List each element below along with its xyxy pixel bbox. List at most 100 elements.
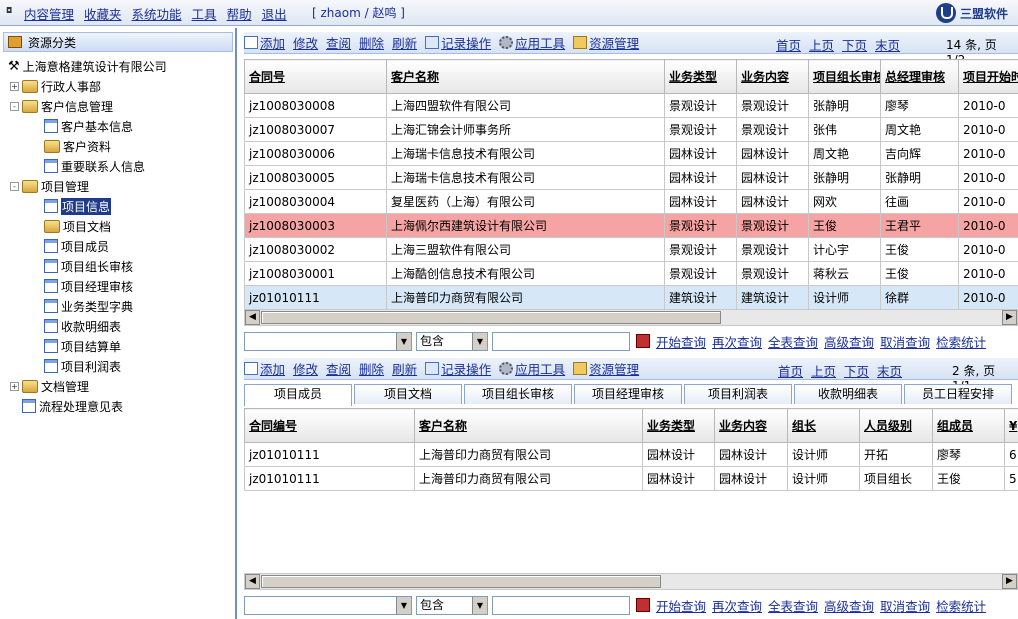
tree-node[interactable]: 项目经理审核 xyxy=(44,276,133,296)
tree-root[interactable]: ⚒ 上海意格建筑设计有限公司 xyxy=(8,56,167,76)
tab-6[interactable]: 员工日程安排 xyxy=(904,384,1012,404)
operator-select[interactable]: 包含 ▼ xyxy=(416,331,488,351)
first-page-link[interactable]: 首页 xyxy=(778,361,803,380)
tree-node[interactable]: + 行政人事部 xyxy=(10,76,101,96)
field-select[interactable]: ▼ xyxy=(244,331,412,351)
next-page-link[interactable]: 下页 xyxy=(844,361,869,380)
tab-2[interactable]: 项目组长审核 xyxy=(464,384,572,404)
tree-node[interactable]: - 客户信息管理 xyxy=(10,96,113,116)
table-row[interactable]: jz01010111 上海普印力商贸有限公司 园林设计 园林设计 设计师 开拓 廖琴 6 xyxy=(244,442,1018,467)
refresh-button[interactable]: 刷新 xyxy=(392,359,417,378)
prev-page-link[interactable]: 上页 xyxy=(811,361,836,380)
menu-item[interactable]: 内容管理 xyxy=(24,4,74,23)
tab-1[interactable]: 项目文档 xyxy=(354,384,462,404)
advanced-query-link[interactable]: 高级查询 xyxy=(824,332,874,351)
column-header[interactable]: 项目开始时 xyxy=(958,59,1018,94)
prev-page-link[interactable]: 上页 xyxy=(809,35,834,54)
edit-button[interactable]: 修改 xyxy=(293,33,318,52)
full-table-query-link[interactable]: 全表查询 xyxy=(768,596,818,615)
operator-select[interactable]: 包含 ▼ xyxy=(416,595,488,615)
table-row[interactable]: jz1008030006 上海瑞卡信息技术有限公司 园林设计 园林设计 周文艳 吉向辉 20… xyxy=(244,141,1018,166)
tab-3[interactable]: 项目经理审核 xyxy=(574,384,682,404)
requery-link[interactable]: 再次查询 xyxy=(712,332,762,351)
table-row[interactable]: jz1008030005 上海瑞卡信息技术有限公司 园林设计 园林设计 张静明 张静明 20… xyxy=(244,165,1018,190)
start-query-link[interactable]: 开始查询 xyxy=(656,332,706,351)
tree-node[interactable]: 流程处理意见表 xyxy=(10,396,123,416)
tree-node[interactable]: 项目成员 xyxy=(44,236,109,256)
scroll-left-icon[interactable]: ◀ xyxy=(245,310,260,325)
scroll-left-icon[interactable]: ◀ xyxy=(245,574,260,589)
tree-node[interactable]: 客户基本信息 xyxy=(44,116,133,136)
menu-item[interactable]: 帮助 xyxy=(227,4,252,23)
column-header[interactable]: 客户名称 xyxy=(386,59,665,94)
scroll-thumb[interactable] xyxy=(261,311,721,324)
top-hscrollbar[interactable]: ◀ ▶ xyxy=(244,309,1018,326)
tree-node[interactable]: 项目利润表 xyxy=(44,356,121,376)
query-input[interactable] xyxy=(492,331,630,351)
tab-5[interactable]: 收款明细表 xyxy=(794,384,902,404)
add-button[interactable]: 添加 xyxy=(244,33,285,52)
tree-node[interactable]: - 项目管理 xyxy=(10,176,89,196)
tree-node[interactable]: 项目文档 xyxy=(44,216,111,236)
table-row[interactable]: jz1008030002 上海三盟软件有限公司 景观设计 景观设计 计心宇 王俊 2010-… xyxy=(244,237,1018,262)
collapse-icon[interactable]: - xyxy=(10,181,19,191)
column-header[interactable]: ¥ xyxy=(1004,408,1018,443)
add-button[interactable]: 添加 xyxy=(244,359,285,378)
delete-button[interactable]: 删除 xyxy=(359,33,384,52)
column-header[interactable]: 业务类型 xyxy=(664,59,737,94)
search-stats-link[interactable]: 检索统计 xyxy=(936,332,986,351)
tree-node[interactable]: 业务类型字典 xyxy=(44,296,133,316)
advanced-query-link[interactable]: 高级查询 xyxy=(824,596,874,615)
last-page-link[interactable]: 末页 xyxy=(875,35,900,54)
menu-item[interactable]: 工具 xyxy=(192,4,217,23)
first-page-link[interactable]: 首页 xyxy=(776,35,801,54)
expand-icon[interactable]: + xyxy=(10,381,19,391)
column-header[interactable]: 人员级别 xyxy=(859,408,933,443)
scroll-right-icon[interactable]: ▶ xyxy=(1002,310,1017,325)
resource-mgmt-button[interactable]: 资源管理 xyxy=(573,33,639,52)
edit-button[interactable]: 修改 xyxy=(293,359,318,378)
last-page-link[interactable]: 末页 xyxy=(877,361,902,380)
column-header[interactable]: 客户名称 xyxy=(414,408,643,443)
tree-node[interactable]: 项目信息 xyxy=(44,196,112,216)
column-header[interactable]: 组成员 xyxy=(932,408,1005,443)
table-row[interactable]: jz1008030001 上海酷创信息技术有限公司 景观设计 景观设计 蒋秋云 王俊 201… xyxy=(244,261,1018,286)
column-header[interactable]: 业务内容 xyxy=(714,408,788,443)
cancel-query-link[interactable]: 取消查询 xyxy=(880,332,930,351)
query-input[interactable] xyxy=(492,595,630,615)
delete-button[interactable]: 删除 xyxy=(359,359,384,378)
table-row[interactable]: jz1008030003 上海佩尔西建筑设计有限公司 景观设计 景观设计 王俊 王君平 20… xyxy=(244,213,1018,238)
app-tools-button[interactable]: 应用工具 xyxy=(499,33,565,52)
bottom-hscrollbar[interactable]: ◀ ▶ xyxy=(244,573,1018,590)
scroll-thumb[interactable] xyxy=(261,575,661,588)
field-select[interactable]: ▼ xyxy=(244,595,412,615)
tree-node[interactable]: 项目结算单 xyxy=(44,336,121,356)
app-tools-button[interactable]: 应用工具 xyxy=(499,359,565,378)
menu-item[interactable]: 退出 xyxy=(262,4,287,23)
column-header[interactable]: 总经理审核 xyxy=(880,59,959,94)
view-button[interactable]: 查阅 xyxy=(326,359,351,378)
collapse-icon[interactable]: - xyxy=(10,101,19,111)
record-ops-button[interactable]: 记录操作 xyxy=(425,359,491,378)
table-row[interactable]: jz01010111 上海普印力商贸有限公司 建筑设计 建筑设计 设计师 徐群 2010-0 xyxy=(244,285,1018,310)
column-header[interactable]: 组长 xyxy=(787,408,860,443)
full-table-query-link[interactable]: 全表查询 xyxy=(768,332,818,351)
refresh-button[interactable]: 刷新 xyxy=(392,33,417,52)
tab-0[interactable]: 项目成员 xyxy=(244,384,352,406)
tree-node[interactable]: 重要联系人信息 xyxy=(44,156,145,176)
search-stats-link[interactable]: 检索统计 xyxy=(936,596,986,615)
requery-link[interactable]: 再次查询 xyxy=(712,596,762,615)
column-header[interactable]: 合同编号 xyxy=(244,408,415,443)
menu-item[interactable]: 收藏夹 xyxy=(84,4,122,23)
tree-node[interactable]: 客户资料 xyxy=(44,136,111,156)
tree-node[interactable]: 项目组长审核 xyxy=(44,256,133,276)
column-header[interactable]: 业务类型 xyxy=(642,408,715,443)
tree-node[interactable]: 收款明细表 xyxy=(44,316,121,336)
table-row[interactable]: jz1008030008 上海四盟软件有限公司 景观设计 景观设计 张静明 廖琴 2010-… xyxy=(244,93,1018,118)
column-header[interactable]: 业务内容 xyxy=(736,59,809,94)
expand-icon[interactable]: + xyxy=(10,81,19,91)
table-row[interactable]: jz1008030007 上海汇锦会计师事务所 景观设计 景观设计 张伟 周文艳 2010-… xyxy=(244,117,1018,142)
table-row[interactable]: jz1008030004 复星医药（上海）有限公司 园林设计 园林设计 网欢 往画 2010… xyxy=(244,189,1018,214)
tree-node[interactable]: + 文档管理 xyxy=(10,376,89,396)
menu-item[interactable]: 系统功能 xyxy=(132,4,182,23)
